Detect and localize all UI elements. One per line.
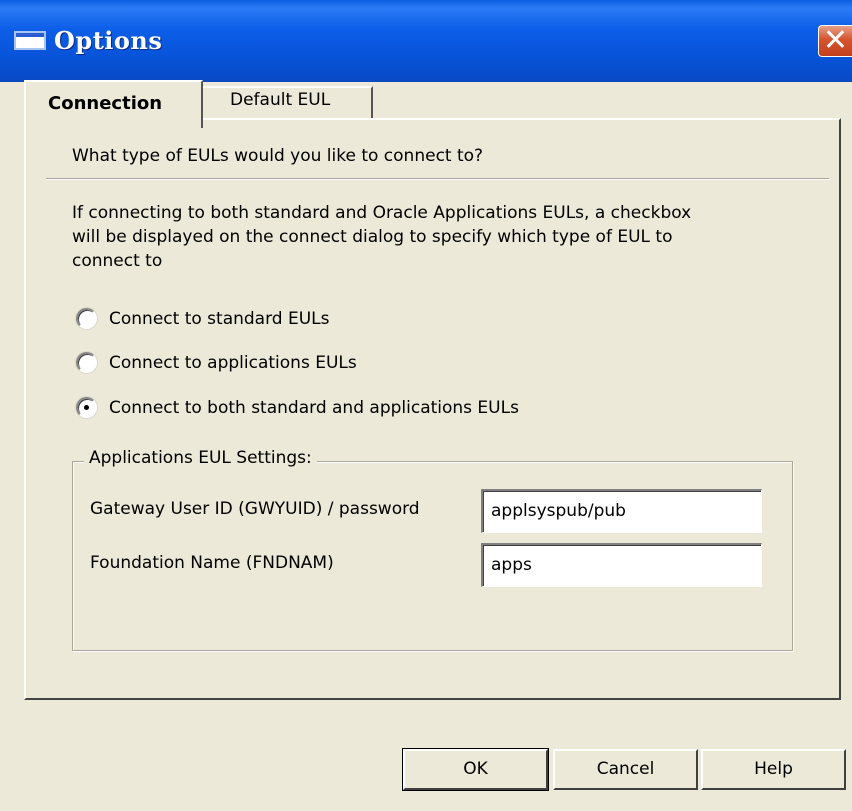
description-line: connect to — [72, 251, 163, 271]
group-label: Applications EUL Settings: — [84, 448, 317, 468]
foundation-label: Foundation Name (FNDNAM) — [90, 553, 334, 573]
radio-label-applications[interactable]: Connect to applications EULs — [109, 353, 357, 373]
radio-standard-eul[interactable] — [76, 308, 97, 329]
description-line: If connecting to both standard and Oracl… — [72, 203, 692, 223]
foundation-name-field[interactable]: apps — [481, 543, 762, 587]
description-line: will be displayed on the connect dialog … — [72, 227, 673, 247]
foundation-name-value: apps — [491, 555, 532, 575]
tab-connection[interactable]: Connection — [24, 80, 203, 128]
window-title: Options — [54, 26, 163, 55]
close-icon: ✕ — [822, 23, 849, 58]
tab-default-eul[interactable]: Default EUL — [201, 86, 373, 120]
help-button[interactable]: Help — [701, 749, 846, 790]
tab-label: Default EUL — [230, 90, 331, 110]
radio-both-eul[interactable] — [76, 397, 97, 418]
radio-label-standard[interactable]: Connect to standard EULs — [109, 309, 330, 329]
gateway-user-value: applsyspub/pub — [491, 501, 626, 521]
gateway-user-field[interactable]: applsyspub/pub — [481, 489, 762, 533]
separator — [46, 178, 829, 180]
close-button[interactable]: ✕ — [818, 23, 852, 58]
window-icon — [14, 31, 46, 50]
gateway-label: Gateway User ID (GWYUID) / password — [90, 499, 420, 519]
radio-label-both[interactable]: Connect to both standard and application… — [109, 398, 519, 418]
cancel-button[interactable]: Cancel — [553, 749, 698, 790]
tab-label: Connection — [48, 93, 163, 114]
ok-button[interactable]: OK — [402, 748, 549, 791]
title-bar[interactable]: Options ✕ — [0, 0, 852, 82]
radio-applications-eul[interactable] — [76, 352, 97, 373]
question-text: What type of EULs would you like to conn… — [72, 146, 484, 166]
